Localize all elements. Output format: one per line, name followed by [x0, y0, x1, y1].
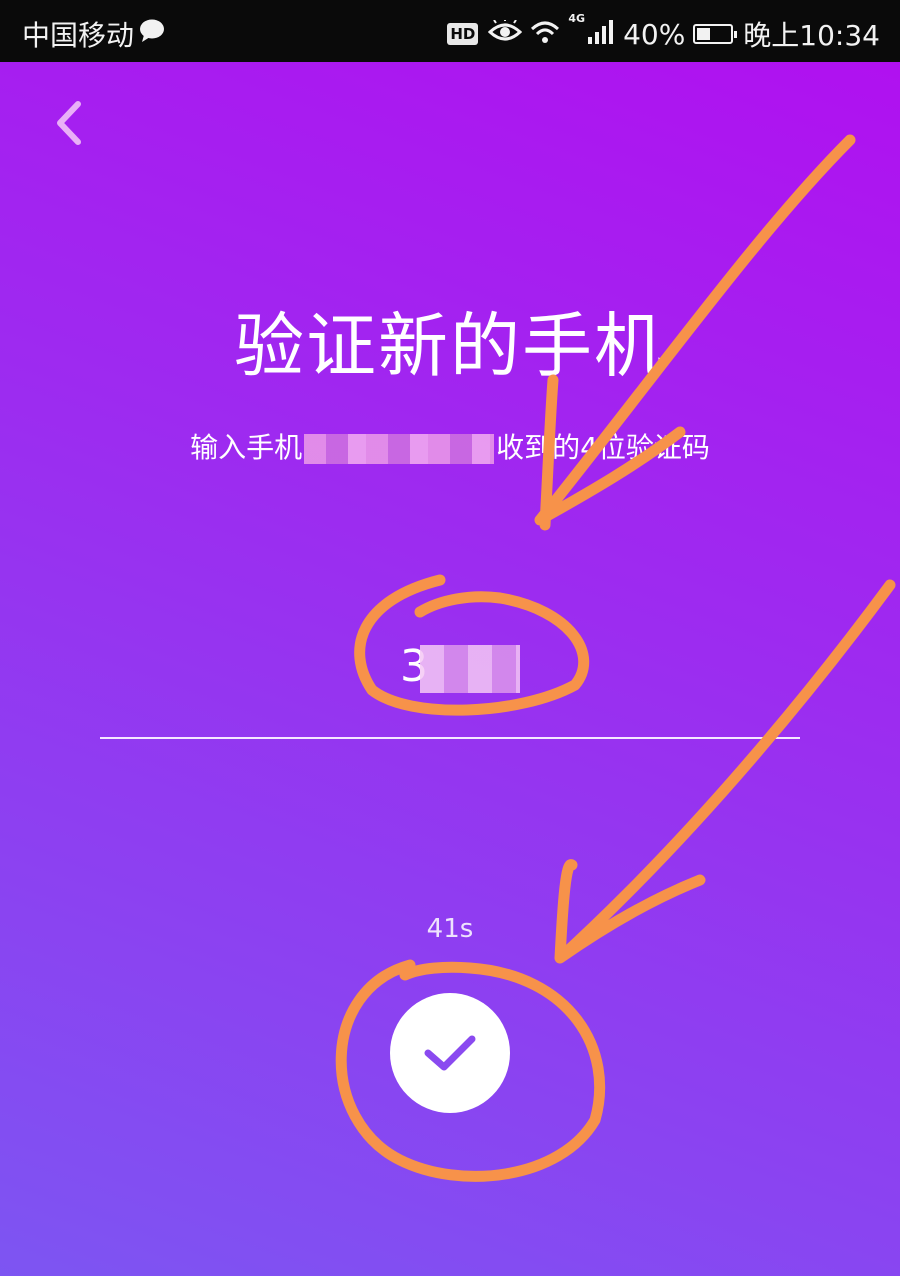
masked-code-digits [420, 645, 520, 693]
verification-code-value: 3 [400, 640, 520, 694]
resend-countdown: 41s [426, 914, 474, 944]
masked-phone-number [304, 434, 495, 464]
carrier-label: 中国移动 [22, 19, 135, 52]
network-type-label: 4G [568, 12, 586, 25]
instruction-prefix: 输入手机 [190, 431, 303, 464]
wifi-icon [530, 18, 560, 51]
chat-bubble-icon [138, 18, 166, 51]
battery-icon [693, 24, 738, 44]
page-title: 验证新的手机 [234, 305, 666, 387]
back-button[interactable] [40, 95, 96, 151]
hd-badge: HD [447, 23, 479, 45]
confirm-button[interactable] [390, 993, 510, 1113]
instruction-suffix: 收到的4位验证码 [496, 431, 710, 464]
clock-label: 晚上10:34 [743, 19, 880, 52]
signal-icon [587, 18, 615, 51]
eye-comfort-icon [488, 17, 523, 51]
battery-percent-label: 40% [623, 17, 686, 51]
instruction-text: 输入手机 收到的4位验证码 [0, 426, 900, 466]
chevron-left-icon [57, 101, 81, 145]
status-bar: 中国移动 HD 4G 40% 晚上10:34 [0, 0, 900, 62]
input-underline [100, 737, 800, 739]
checkmark-icon [424, 1035, 476, 1071]
verification-screen: 中国移动 HD 4G 40% 晚上10:34 验证新的手机 输入手机 收到的4位… [0, 0, 900, 1276]
